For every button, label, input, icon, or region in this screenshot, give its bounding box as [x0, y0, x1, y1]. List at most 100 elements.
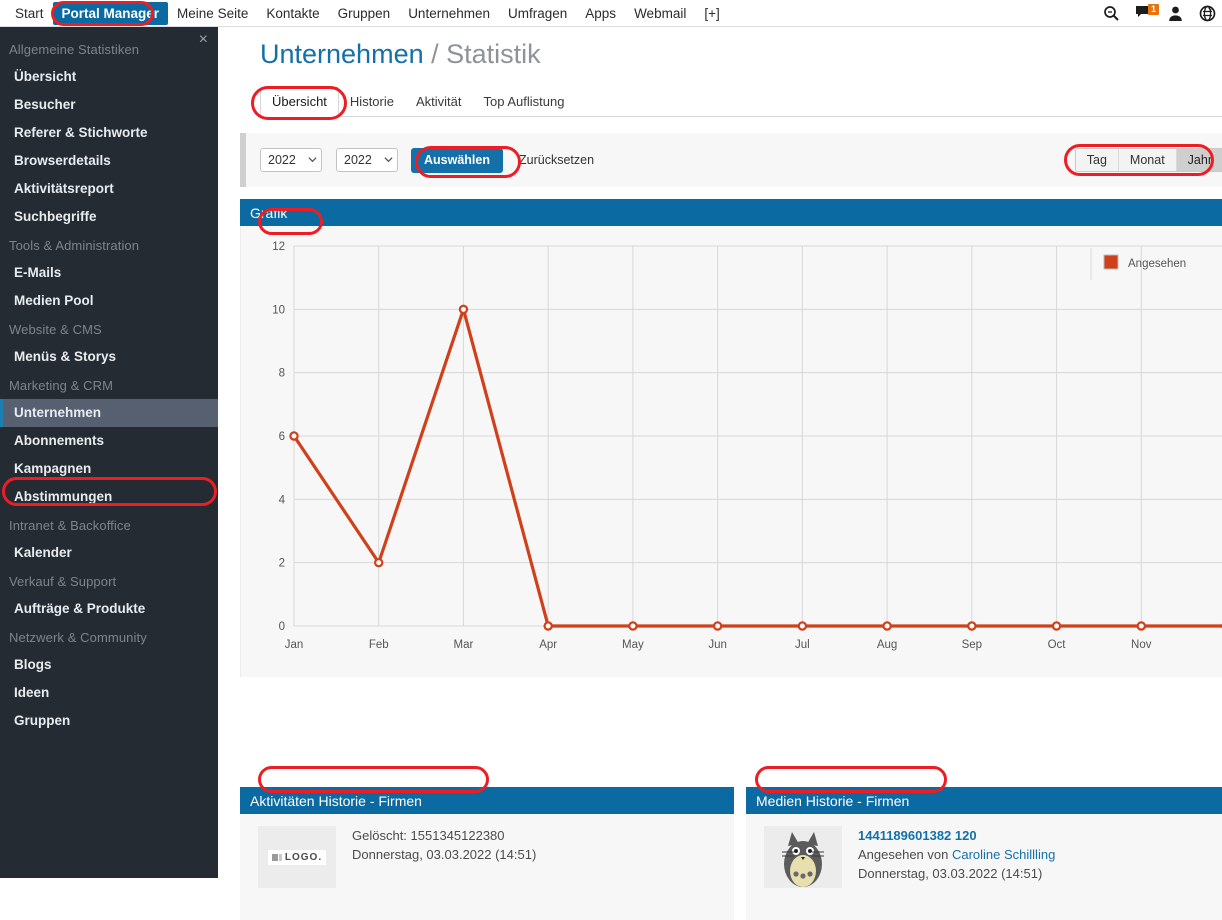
chart-container: 0 2 4 6 8 10 12 Jan Feb Mar Apr May Jun Jul Aug Sep Oct N…	[240, 226, 1222, 677]
x-axis-tick: Apr	[539, 639, 557, 651]
sidebar-group-title: Website & CMS	[9, 322, 102, 337]
y-axis-tick: 10	[272, 304, 285, 316]
sidebar-group-title: Tools & Administration	[9, 238, 140, 253]
y-axis-tick: 6	[279, 431, 285, 443]
entry-line: 1441189601382 120	[858, 826, 1055, 845]
sidebar-item-aktivit-tsreport[interactable]: Aktivitätsreport	[0, 175, 218, 203]
data-point[interactable]	[1051, 621, 1062, 631]
tab-bersicht[interactable]: Übersicht	[260, 87, 339, 117]
tab-top-auflistung[interactable]: Top Auflistung	[473, 89, 576, 116]
search-icon[interactable]	[1103, 5, 1120, 22]
legend-swatch	[1103, 254, 1119, 270]
x-axis-tick: Feb	[369, 639, 389, 651]
grafik-panel: Grafik 0 2 4 6 8 10 12 Jan Feb Mar Apr May Jun Jul Aug…	[240, 199, 1222, 677]
granularity-jahr[interactable]: Jahr	[1176, 149, 1222, 171]
sidebar-item-besucher[interactable]: Besucher	[0, 91, 218, 119]
y-axis-tick: 4	[279, 494, 286, 506]
list-item[interactable]: 1441189601382 120 Angesehen von Caroline …	[746, 826, 1222, 888]
bottom-panel: Aktivitäten Historie - Firmen LOGO. Gelösc…	[240, 787, 734, 920]
y-axis-tick: 2	[279, 558, 285, 570]
sidebar-item-kalender[interactable]: Kalender	[0, 539, 218, 567]
data-point[interactable]	[967, 621, 977, 631]
x-axis-tick: Jan	[285, 639, 304, 651]
sidebar-item-bersicht[interactable]: Übersicht	[0, 63, 218, 91]
top-nav-items: Start Portal Manager Meine Seite Kontakte Gr…	[0, 1, 729, 25]
sidebar-item-abstimmungen[interactable]: Abstimmungen	[0, 483, 218, 511]
nav-item-[interactable]: [+]	[695, 2, 728, 25]
data-point[interactable]	[458, 304, 469, 315]
data-point[interactable]	[543, 621, 553, 631]
year-to-select[interactable]: 2022	[336, 148, 398, 172]
nav-item-kontakte[interactable]: Kontakte	[257, 2, 328, 25]
select-button[interactable]: Auswählen	[411, 147, 503, 173]
top-navigation-bar: Start Portal Manager Meine Seite Kontakte Gr…	[0, 0, 1222, 27]
sidebar-item-unternehmen[interactable]: Unternehmen	[0, 399, 218, 427]
x-axis-tick: Sep	[962, 639, 982, 651]
globe-icon[interactable]	[1199, 5, 1216, 22]
entry-text: 1441189601382 120 Angesehen von Caroline …	[842, 826, 1055, 888]
nav-item-webmail[interactable]: Webmail	[625, 2, 695, 25]
page-title-sub: Statistik	[446, 39, 541, 69]
data-point[interactable]	[628, 621, 638, 631]
entry-line: Donnerstag, 03.03.2022 (14:51)	[352, 845, 536, 864]
nav-item-unternehmen[interactable]: Unternehmen	[399, 2, 499, 25]
sidebar-item-referer-stichworte[interactable]: Referer & Stichworte	[0, 119, 218, 147]
sidebar-sections: Allgemeine Statistiken Übersicht Besucher R…	[0, 27, 218, 735]
nav-item-portal-manager[interactable]: Portal Manager	[52, 1, 169, 25]
sidebar-item-blogs[interactable]: Blogs	[0, 651, 218, 679]
media-thumbnail	[764, 826, 842, 888]
page-title: Unternehmen / Statistik	[218, 27, 1222, 70]
nav-item-start[interactable]: Start	[6, 2, 53, 25]
nav-item-umfragen[interactable]: Umfragen	[499, 2, 576, 25]
data-point[interactable]	[1136, 621, 1146, 631]
entry-text: Gelöscht: 1551345122380 Donnerstag, 03.03…	[336, 826, 536, 888]
sidebar-group-title: Verkauf & Support	[9, 574, 117, 589]
panel-title: Medien Historie - Firmen	[756, 792, 910, 809]
nav-item-meine-seite[interactable]: Meine Seite	[168, 2, 257, 25]
main-content: Unternehmen / Statistik Übersicht Histori…	[218, 27, 1222, 920]
messages-icon[interactable]: 1	[1135, 4, 1160, 22]
totoro-icon	[782, 832, 824, 887]
granularity-tag[interactable]: Tag	[1075, 149, 1119, 171]
entry-line: Donnerstag, 03.03.2022 (14:51)	[858, 864, 1055, 883]
reset-button[interactable]: Zurücksetzen	[509, 148, 604, 173]
entry-line-text: Donnerstag, 03.03.2022 (14:51)	[858, 866, 1043, 881]
data-point[interactable]	[289, 431, 299, 441]
tab-aktivit-t[interactable]: Aktivität	[405, 89, 473, 116]
entry-line: Angesehen von Caroline Schillling	[858, 845, 1055, 864]
data-point[interactable]	[797, 621, 808, 631]
sidebar-item-men-s-storys[interactable]: Menüs & Storys	[0, 343, 218, 371]
series-line-angesehen	[292, 307, 1222, 628]
tab-historie[interactable]: Historie	[339, 89, 405, 116]
data-point[interactable]	[712, 621, 723, 631]
year-from-wrapper: 2022	[246, 148, 322, 172]
list-item[interactable]: LOGO. Gelöscht: 1551345122380 Donnerstag, …	[240, 826, 734, 888]
sidebar-item-auftr-ge-produkte[interactable]: Aufträge & Produkte	[0, 595, 218, 623]
bottom-panels: Aktivitäten Historie - Firmen LOGO. Gelösc…	[240, 787, 1222, 920]
granularity-monat[interactable]: Monat	[1118, 149, 1177, 171]
year-from-select[interactable]: 2022	[260, 148, 322, 172]
sidebar-item-ideen[interactable]: Ideen	[0, 679, 218, 707]
entry-line-link[interactable]: Caroline Schillling	[952, 847, 1055, 862]
sidebar-item-suchbegriffe[interactable]: Suchbegriffe	[0, 203, 218, 231]
sidebar-group-title: Marketing & CRM	[9, 378, 114, 393]
data-point[interactable]	[374, 557, 384, 568]
nav-item-apps[interactable]: Apps	[576, 2, 625, 25]
y-axis-tick: 12	[272, 241, 285, 253]
sidebar-item-gruppen[interactable]: Gruppen	[0, 707, 218, 735]
close-icon[interactable]: ×	[199, 32, 208, 48]
sidebar-group-title: Netzwerk & Community	[9, 630, 147, 645]
user-icon[interactable]	[1167, 5, 1184, 22]
y-axis-tick: 8	[279, 368, 285, 380]
nav-item-gruppen[interactable]: Gruppen	[329, 2, 400, 25]
sidebar-item-kampagnen[interactable]: Kampagnen	[0, 455, 218, 483]
panel-body: LOGO. Gelöscht: 1551345122380 Donnerstag, …	[240, 814, 734, 920]
page-title-main: Unternehmen	[260, 39, 424, 69]
sidebar-item-e-mails[interactable]: E-Mails	[0, 259, 218, 287]
sidebar-item-abonnements[interactable]: Abonnements	[0, 427, 218, 455]
sidebar-item-medien-pool[interactable]: Medien Pool	[0, 287, 218, 315]
panel-body: 1441189601382 120 Angesehen von Caroline …	[746, 814, 1222, 920]
tab-bar: Übersicht Historie Aktivität Top Auflistung	[260, 87, 1222, 117]
data-point[interactable]	[882, 621, 892, 631]
sidebar-item-browserdetails[interactable]: Browserdetails	[0, 147, 218, 175]
